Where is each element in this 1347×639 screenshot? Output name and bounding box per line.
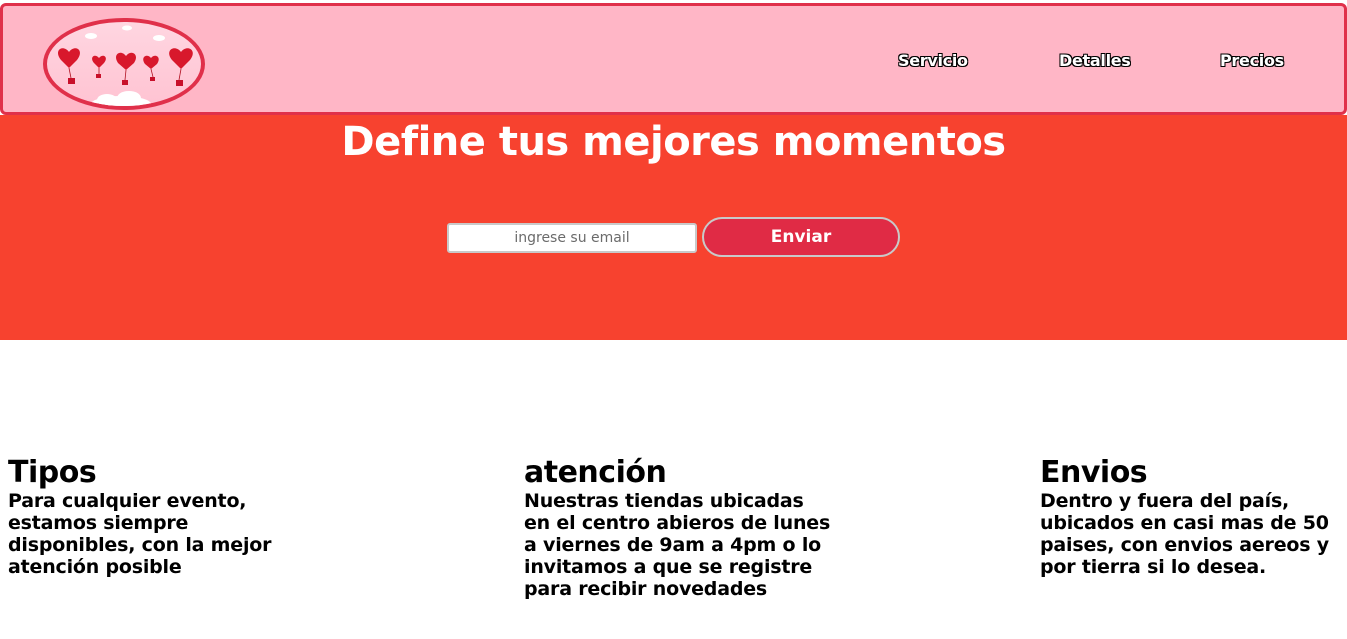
send-button[interactable]: Enviar	[702, 217, 900, 257]
hero-title: Define tus mejores momentos	[341, 119, 1006, 165]
hero-section: Define tus mejores momentos Enviar	[0, 115, 1347, 340]
nav-link-servicio[interactable]: Servicio	[898, 51, 968, 70]
feature-text: Nuestras tiendas ubicadas en el centro a…	[524, 490, 831, 600]
feature-text: Para cualquier evento, estamos siempre d…	[8, 490, 272, 578]
feature-title: Envios	[1040, 455, 1148, 490]
heart-balloons-logo-icon[interactable]	[43, 18, 205, 110]
nav-link-precios[interactable]: Precios	[1220, 51, 1284, 70]
site-header: Servicio Detalles Precios	[0, 3, 1347, 115]
feature-atencion: atención Nuestras tiendas ubicadas en el…	[524, 455, 834, 601]
feature-title: atención	[524, 455, 667, 490]
feature-text: Dentro y fuera del país, ubicados en cas…	[1040, 490, 1329, 578]
feature-envios: Envios Dentro y fuera del país, ubicados…	[1040, 455, 1347, 579]
feature-title: Tipos	[8, 455, 97, 490]
feature-tipos: Tipos Para cualquier evento, estamos sie…	[8, 455, 318, 579]
email-input[interactable]	[447, 223, 697, 253]
nav-link-detalles[interactable]: Detalles	[1059, 51, 1131, 70]
